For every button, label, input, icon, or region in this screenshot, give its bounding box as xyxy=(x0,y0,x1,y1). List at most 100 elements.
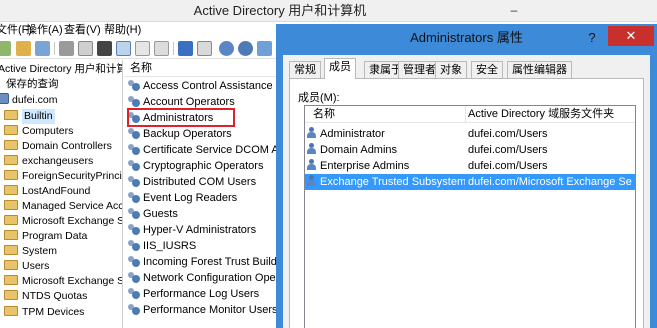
members-label: 成员(M): xyxy=(298,92,340,104)
list-item[interactable]: Network Configuration Opera xyxy=(128,270,284,286)
list-item[interactable]: Backup Operators xyxy=(128,126,232,142)
list-item[interactable]: Performance Log Users xyxy=(128,286,259,302)
member-row[interactable]: Domain Admins dufei.com/Users xyxy=(305,142,635,158)
add-group-icon[interactable] xyxy=(238,41,253,56)
group-icon xyxy=(128,191,140,203)
properties-icon[interactable] xyxy=(116,41,131,56)
minimize-button[interactable]: – xyxy=(500,2,528,18)
tab-security[interactable]: 安全 xyxy=(471,61,503,78)
folder-up-icon[interactable] xyxy=(16,41,31,56)
menu-view[interactable]: 查看(V) xyxy=(64,23,101,38)
tree-item-exchangeusers[interactable]: exchangeusers xyxy=(4,154,93,169)
member-row[interactable]: Enterprise Admins dufei.com/Users xyxy=(305,158,635,174)
properties-dialog: Administrators 属性 ? ✕ 常规 成员 隶属于 管理者 对象 安… xyxy=(276,24,657,328)
group-icon xyxy=(128,223,140,235)
help-icon[interactable] xyxy=(178,41,193,56)
folder-icon xyxy=(4,140,18,150)
menu-help[interactable]: 帮助(H) xyxy=(104,23,141,38)
group-icon xyxy=(128,255,140,267)
list-item[interactable]: IIS_IUSRS xyxy=(128,238,196,254)
column-divider[interactable] xyxy=(465,106,466,123)
group-icon xyxy=(128,271,140,283)
group-icon xyxy=(128,127,140,139)
group-icon xyxy=(306,175,317,187)
folder-icon xyxy=(4,306,18,316)
group-icon xyxy=(128,143,140,155)
tab-attribute-editor[interactable]: 属性编辑器 xyxy=(507,61,572,78)
tab-general[interactable]: 常规 xyxy=(289,61,321,78)
tree-item-domain-controllers[interactable]: Domain Controllers xyxy=(4,139,112,154)
list-item[interactable]: Performance Monitor Users xyxy=(128,302,278,318)
group-icon xyxy=(306,143,317,155)
tree-item-microsoft-exchange-security[interactable]: Microsoft Exchange Se xyxy=(4,214,122,229)
group-icon xyxy=(128,175,140,187)
show-tree-icon[interactable] xyxy=(35,41,50,56)
list-item[interactable]: Hyper-V Administrators xyxy=(128,222,256,238)
filter-icon[interactable] xyxy=(257,41,272,56)
cut-icon[interactable] xyxy=(59,41,74,56)
tree-item-builtin[interactable]: Builtin xyxy=(4,109,55,124)
toolbar-separator xyxy=(173,42,174,55)
folder-icon xyxy=(4,245,18,255)
tab-members[interactable]: 成员 xyxy=(324,58,356,79)
main-window-title: Active Directory 用户和计算机 xyxy=(193,3,367,18)
tab-object[interactable]: 对象 xyxy=(435,61,467,78)
tree-item-system[interactable]: System xyxy=(4,244,57,259)
delete-icon[interactable] xyxy=(97,41,112,56)
group-icon xyxy=(128,239,140,251)
column-header-name[interactable]: 名称 xyxy=(124,60,284,77)
list-item[interactable]: Guests xyxy=(128,206,178,222)
list-item[interactable]: Distributed COM Users xyxy=(128,174,256,190)
tree-item-users[interactable]: Users xyxy=(4,259,49,274)
list-item[interactable]: Incoming Forest Trust Builder xyxy=(128,254,284,270)
main-title-bar[interactable]: Active Directory 用户和计算机 – xyxy=(0,0,657,22)
menu-action[interactable]: 操作(A) xyxy=(26,23,63,38)
tree-item-lost-and-found[interactable]: LostAndFound xyxy=(4,184,90,199)
member-row[interactable]: Administrator dufei.com/Users xyxy=(305,126,635,142)
column-header-folder[interactable]: Active Directory 域服务文件夹 xyxy=(468,106,614,123)
add-user-icon[interactable] xyxy=(219,41,234,56)
tree-item-tpm-devices[interactable]: TPM Devices xyxy=(4,305,84,320)
tree-item-computers[interactable]: Computers xyxy=(4,124,73,139)
list-item[interactable]: Certificate Service DCOM Acce xyxy=(128,142,284,158)
folder-icon xyxy=(4,170,18,180)
list-item[interactable]: Access Control Assistance Op xyxy=(128,78,284,94)
tree-root[interactable]: Active Directory 用户和计算机 xyxy=(0,62,122,77)
domain-icon xyxy=(0,93,9,104)
column-header-name[interactable]: 名称 xyxy=(313,106,335,123)
folder-icon xyxy=(4,185,18,195)
member-row-selected[interactable]: Exchange Trusted Subsystem dufei.com/Mic… xyxy=(305,174,635,190)
group-icon xyxy=(128,159,140,171)
tree-item-ntds-quotas[interactable]: NTDS Quotas xyxy=(4,289,87,304)
export-icon[interactable] xyxy=(154,41,169,56)
folder-icon xyxy=(4,110,18,120)
dialog-help-button[interactable]: ? xyxy=(582,29,602,47)
toolbar-separator xyxy=(54,42,55,55)
dialog-close-button[interactable]: ✕ xyxy=(608,26,654,46)
folder-icon xyxy=(4,275,18,285)
dialog-body: 常规 成员 隶属于 管理者 对象 安全 属性编辑器 成员(M): 名称 Acti… xyxy=(283,55,650,328)
folder-icon xyxy=(4,230,18,240)
folder-icon xyxy=(4,290,18,300)
list-item[interactable]: Cryptographic Operators xyxy=(128,158,263,174)
members-tab-panel: 成员(M): 名称 Active Directory 域服务文件夹 Admini… xyxy=(289,78,644,328)
tree-item-microsoft-exchange-system[interactable]: Microsoft Exchange Sy xyxy=(4,274,122,289)
tree-item-foreign-security-principals[interactable]: ForeignSecurityPrincip... xyxy=(4,169,122,184)
console-tree[interactable]: Active Directory 用户和计算机 保存的查询 dufei.com … xyxy=(0,60,123,328)
tree-item-saved-queries[interactable]: 保存的查询 xyxy=(6,77,59,92)
folder-icon xyxy=(4,260,18,270)
object-list[interactable]: 名称 Access Control Assistance Op Account … xyxy=(124,60,284,328)
tree-item-program-data[interactable]: Program Data xyxy=(4,229,87,244)
folder-icon xyxy=(4,200,18,210)
members-list[interactable]: 名称 Active Directory 域服务文件夹 Administrator… xyxy=(304,105,636,328)
tree-item-managed-service-accounts[interactable]: Managed Service Accc xyxy=(4,199,122,214)
copy-icon[interactable] xyxy=(78,41,93,56)
folder-icon xyxy=(4,215,18,225)
list-item[interactable]: Event Log Readers xyxy=(128,190,237,206)
console-icon[interactable] xyxy=(197,41,212,56)
group-icon xyxy=(128,303,140,315)
tree-item-domain[interactable]: dufei.com xyxy=(0,93,58,108)
members-list-header: 名称 Active Directory 域服务文件夹 xyxy=(305,106,635,123)
refresh-icon[interactable] xyxy=(135,41,150,56)
back-icon[interactable] xyxy=(0,41,11,56)
